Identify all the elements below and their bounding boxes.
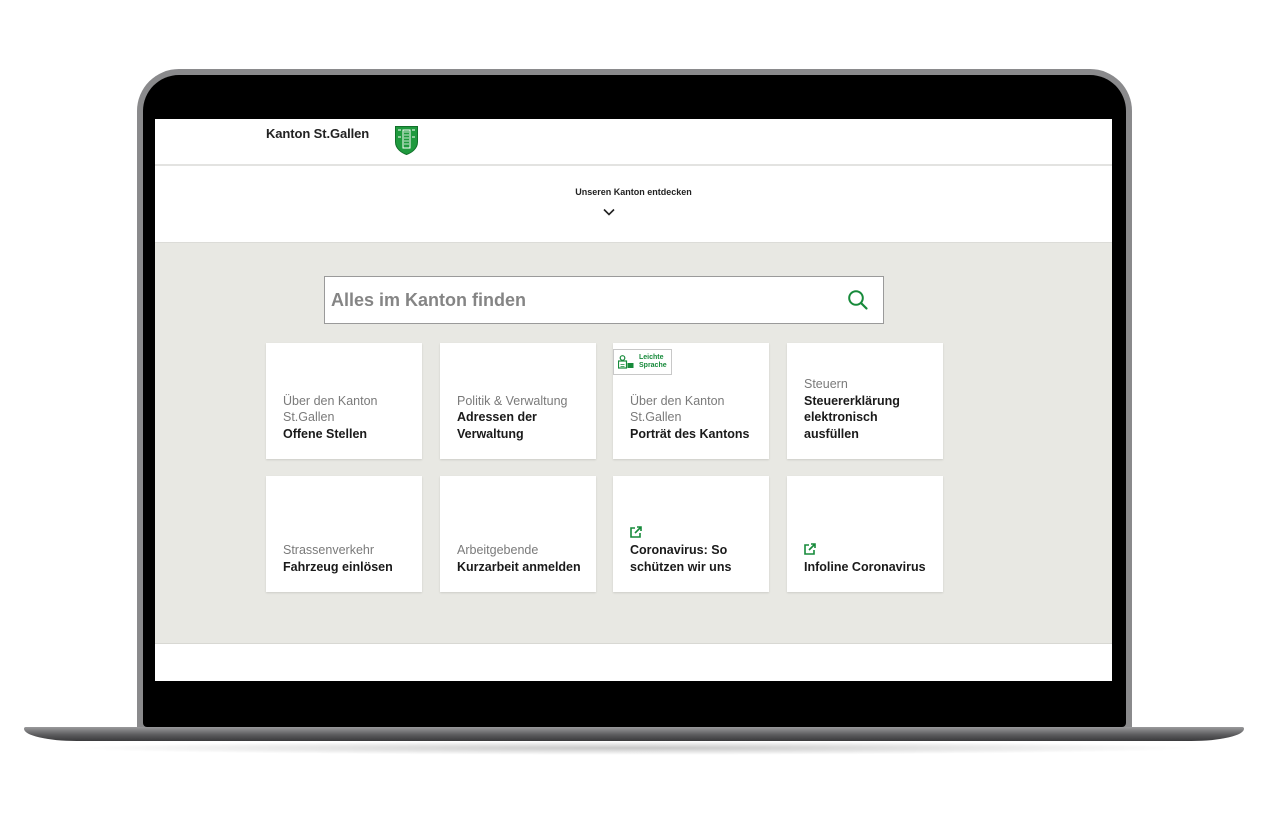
quicklink-tile[interactable]: Über den Kanton St.Gallen Offene Stellen [266,343,422,459]
quicklink-tile[interactable]: Leichte Sprache Über den Kanton St.Galle… [613,343,769,459]
tile-title[interactable]: Fahrzeug einlösen [283,559,414,576]
badge-line-1: Leichte [639,354,664,361]
tile-title[interactable]: Kurzarbeit anmelden [457,559,588,576]
easy-language-icon [618,355,634,369]
site-header: Kanton St.Gallen [155,119,1112,166]
external-link-icon [804,542,816,555]
tile-category: Steuern [804,377,848,391]
chevron-down-icon[interactable] [603,208,615,216]
tile-title[interactable]: Infoline Coronavirus [804,559,935,576]
tile-text: Infoline Coronavirus [804,542,935,576]
tile-category: Über den Kanton St.Gallen [283,393,378,425]
tile-category: Strassenverkehr [283,543,375,557]
tile-text: Strassenverkehr Fahrzeug einlösen [283,542,414,575]
main-content: Über den Kanton St.Gallen Offene Stellen… [155,243,1112,644]
tile-title[interactable]: Adressen der Verwaltung [457,409,588,442]
page-footer-area [155,644,1112,681]
tile-category: Über den Kanton St.Gallen [630,393,725,425]
easy-language-label: Leichte Sprache [639,354,667,370]
tile-title[interactable]: Coronavirus: So schützen wir uns [630,542,761,575]
quicklink-tile[interactable]: Politik & Verwaltung Adressen der Verwal… [440,343,596,459]
external-link-icon [630,526,642,538]
tile-text: Arbeitgebende Kurzarbeit anmelden [457,542,588,575]
quicklink-tile[interactable]: Infoline Coronavirus [787,476,943,592]
search-icon[interactable] [845,287,871,313]
tile-category: Politik & Verwaltung [457,393,568,408]
tile-title[interactable]: Offene Stellen [283,426,414,443]
laptop-base [24,727,1244,741]
tile-title[interactable]: Steuererklärung elektronisch ausfüllen [804,393,935,443]
tile-text: Politik & Verwaltung Adressen der Verwal… [457,393,588,443]
laptop-shadow [60,741,1210,755]
quicklink-tile[interactable]: Coronavirus: So schützen wir uns [613,476,769,592]
search-box [324,276,884,324]
tile-text: Coronavirus: So schützen wir uns [630,526,761,575]
brand-name[interactable]: Kanton St.Gallen [266,126,369,141]
easy-language-badge[interactable]: Leichte Sprache [613,349,672,375]
search-input[interactable] [331,277,831,323]
coat-of-arms-icon[interactable] [395,126,418,155]
tile-category: Arbeitgebende [457,543,539,557]
tile-text: Über den Kanton St.Gallen Porträt des Ka… [630,393,761,443]
badge-line-2: Sprache [639,362,667,369]
quicklink-tile[interactable]: Steuern Steuererklärung elektronisch aus… [787,343,943,459]
browser-screen: Kanton St.Gallen Unseren Kanton entdecke… [155,119,1112,681]
tile-text: Über den Kanton St.Gallen Offene Stellen [283,393,414,443]
discover-toggle[interactable]: Unseren Kanton entdecken [155,166,1112,243]
tile-title[interactable]: Porträt des Kantons [630,426,761,443]
tile-text: Steuern Steuererklärung elektronisch aus… [804,376,935,442]
quicklink-tile[interactable]: Strassenverkehr Fahrzeug einlösen [266,476,422,592]
quicklink-tile[interactable]: Arbeitgebende Kurzarbeit anmelden [440,476,596,592]
discover-label[interactable]: Unseren Kanton entdecken [155,187,1112,197]
